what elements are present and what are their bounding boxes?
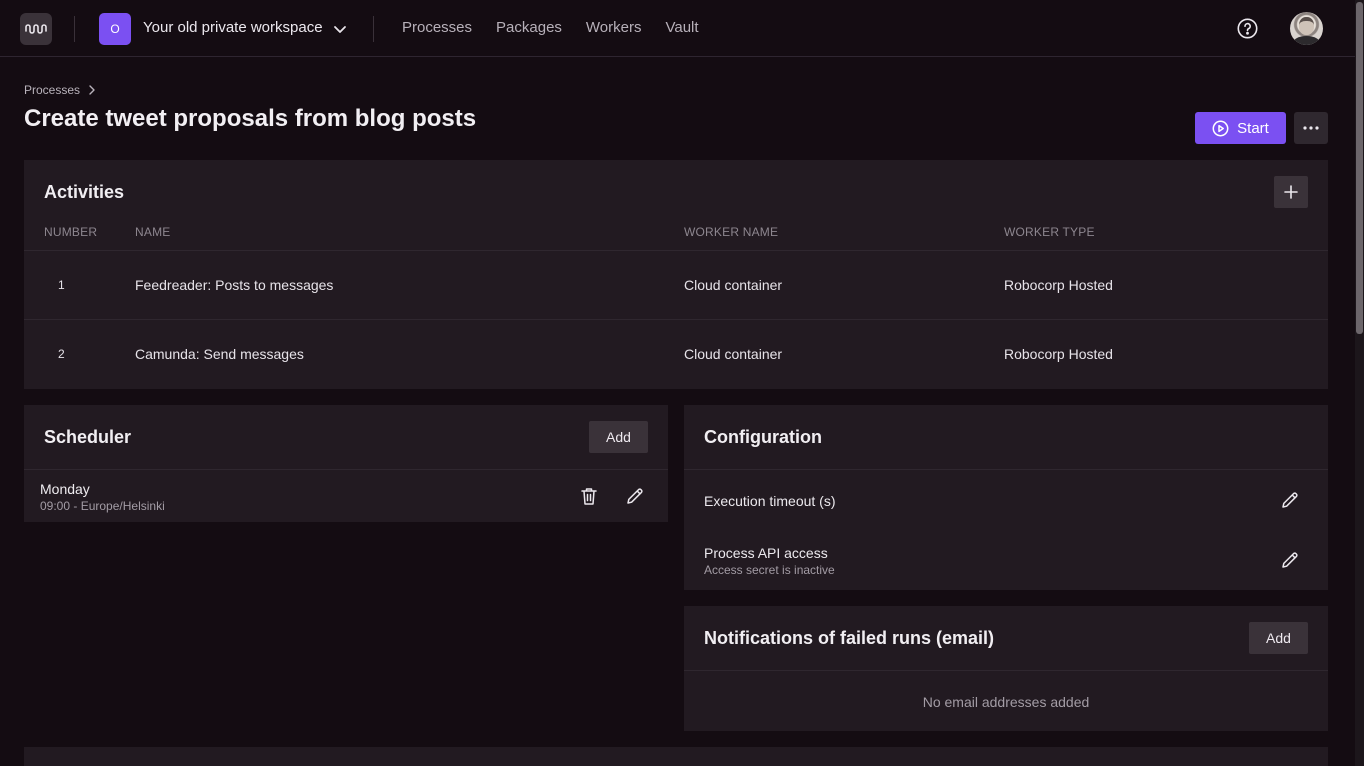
activity-number: 2 — [58, 347, 65, 361]
table-row[interactable]: 1 Feedreader: Posts to messages Cloud co… — [24, 250, 1328, 319]
activity-worker-name: Cloud container — [684, 277, 783, 293]
divider — [74, 16, 75, 42]
column-header-name: NAME — [135, 225, 171, 239]
trash-icon[interactable] — [581, 487, 597, 505]
configuration-title: Configuration — [704, 427, 822, 447]
more-options-button[interactable] — [1294, 112, 1328, 144]
top-bar: O Your old private workspace Processes P… — [0, 0, 1355, 57]
notifications-title: Notifications of failed runs (email) — [704, 628, 995, 648]
schedule-day: Monday — [40, 481, 90, 497]
main-nav: Processes Packages Workers Vault — [402, 19, 699, 36]
nav-processes[interactable]: Processes — [402, 19, 472, 36]
execution-timeout-label: Execution timeout (s) — [704, 493, 836, 509]
workspace-avatar[interactable]: O — [99, 13, 131, 45]
activity-worker-type: Robocorp Hosted — [1004, 346, 1113, 362]
divider — [684, 670, 1328, 671]
plus-icon — [1284, 185, 1298, 199]
activity-name: Camunda: Send messages — [135, 346, 304, 362]
divider — [373, 16, 374, 42]
chevron-right-icon — [89, 85, 95, 95]
nav-packages[interactable]: Packages — [496, 19, 562, 36]
activities-panel: Activities NUMBER NAME WORKER NAME WORKE… — [24, 160, 1328, 389]
start-button-label: Start — [1237, 119, 1269, 137]
play-circle-icon — [1212, 120, 1229, 136]
scheduler-panel: Scheduler Add Monday 09:00 - Europe/Hels… — [24, 405, 668, 522]
notifications-panel: Notifications of failed runs (email) Add… — [684, 606, 1328, 731]
nav-vault[interactable]: Vault — [665, 19, 698, 36]
breadcrumb-processes[interactable]: Processes — [24, 83, 80, 97]
page: O Your old private workspace Processes P… — [0, 0, 1364, 766]
breadcrumb: Processes — [24, 83, 96, 97]
workspace-name[interactable]: Your old private workspace — [143, 19, 323, 36]
process-api-access-label: Process API access — [704, 545, 828, 561]
column-header-number: NUMBER — [44, 225, 98, 239]
activity-worker-name: Cloud container — [684, 346, 783, 362]
configuration-panel: Configuration Execution timeout (s) Proc… — [684, 405, 1328, 590]
divider — [684, 469, 1328, 470]
activities-title: Activities — [44, 182, 125, 202]
pencil-icon[interactable] — [1281, 551, 1299, 569]
process-api-access-status: Access secret is inactive — [704, 563, 835, 577]
avatar-face — [1299, 17, 1314, 35]
user-avatar[interactable] — [1290, 12, 1323, 45]
pencil-icon[interactable] — [1281, 491, 1299, 509]
column-header-worker-type: WORKER TYPE — [1004, 225, 1095, 239]
page-title: Create tweet proposals from blog posts — [24, 105, 477, 132]
avatar-body — [1293, 36, 1320, 45]
divider — [24, 469, 668, 470]
add-activity-button[interactable] — [1274, 176, 1308, 208]
scheduler-title: Scheduler — [44, 427, 132, 447]
schedule-time: 09:00 - Europe/Helsinki — [40, 499, 165, 513]
add-schedule-button[interactable]: Add — [589, 421, 648, 453]
add-email-button[interactable]: Add — [1249, 622, 1308, 654]
start-button[interactable]: Start — [1195, 112, 1286, 144]
column-header-worker-name: WORKER NAME — [684, 225, 779, 239]
ellipsis-icon — [1303, 126, 1319, 130]
help-icon[interactable] — [1237, 18, 1258, 39]
empty-state-text: No email addresses added — [922, 694, 1090, 710]
chevron-down-icon[interactable] — [332, 21, 348, 37]
bottom-panel — [24, 747, 1328, 766]
activity-worker-type: Robocorp Hosted — [1004, 277, 1113, 293]
nav-workers[interactable]: Workers — [586, 19, 642, 36]
scrollbar-thumb[interactable] — [1356, 2, 1363, 334]
table-row[interactable]: 2 Camunda: Send messages Cloud container… — [24, 319, 1328, 388]
activity-name: Feedreader: Posts to messages — [135, 277, 334, 293]
app-logo-icon[interactable] — [20, 13, 52, 45]
activity-number: 1 — [58, 278, 65, 292]
pencil-icon[interactable] — [626, 487, 644, 505]
